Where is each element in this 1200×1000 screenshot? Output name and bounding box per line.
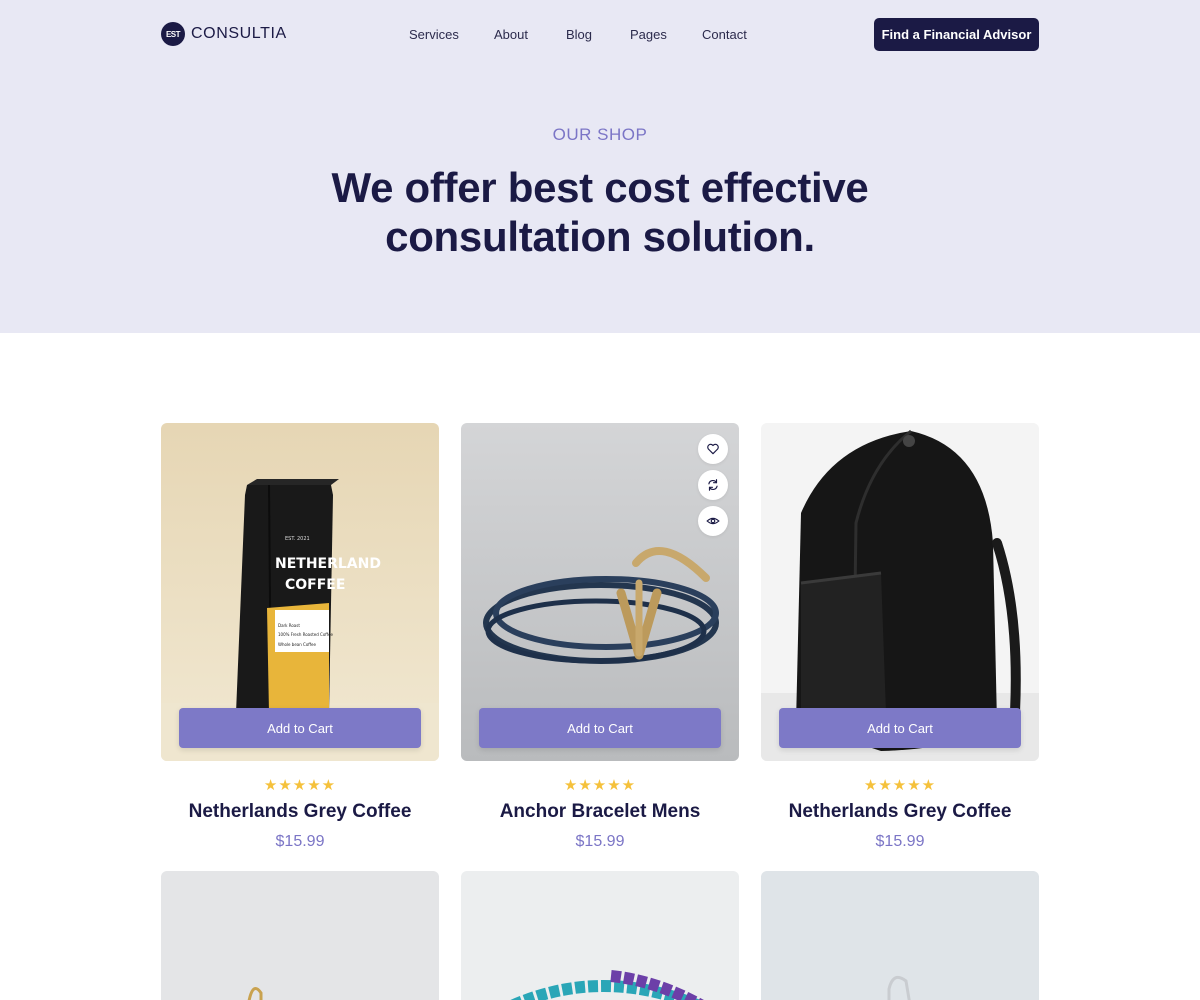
rating-stars: ★★★★★ — [263, 777, 337, 794]
bag-label-2: 100% Fresh Roasted Coffee — [278, 632, 334, 637]
product-image[interactable]: Add to Cart — [461, 423, 739, 761]
product-price: $15.99 — [275, 833, 325, 850]
rating-stars: ★★★★★ — [863, 777, 937, 794]
add-to-cart-button[interactable]: Add to Cart — [179, 708, 421, 748]
product-card-partial[interactable] — [161, 871, 439, 1000]
bag-title-line1: NETHERLAND — [275, 556, 381, 572]
card-actions — [698, 434, 728, 536]
nav-pages[interactable]: Pages — [630, 27, 667, 42]
product-image[interactable]: Add to Cart — [761, 423, 1039, 761]
bag-label-3: Whole bean Coffee — [278, 642, 316, 647]
add-to-cart-button[interactable]: Add to Cart — [779, 708, 1021, 748]
nav-blog[interactable]: Blog — [566, 27, 592, 42]
rating-stars: ★★★★★ — [563, 777, 637, 794]
page-title: We offer best cost effective consultatio… — [331, 164, 869, 260]
product-card[interactable]: Add to Cart ★★★★★ Netherlands Grey Coffe… — [761, 423, 1039, 851]
bead-bracelet-photo — [461, 871, 739, 1000]
product-card-partial[interactable] — [761, 871, 1039, 1000]
earring-photo — [161, 871, 439, 1000]
product-card-partial[interactable] — [461, 871, 739, 1000]
hook-earring-photo — [761, 871, 1039, 1000]
heart-icon[interactable] — [698, 434, 728, 464]
product-image[interactable]: EST. 2021 NETHERLAND COFFEE Dark Roast 1… — [161, 423, 439, 761]
bag-title-line2: COFFEE — [285, 577, 345, 593]
compare-icon[interactable] — [698, 470, 728, 500]
product-name[interactable]: Anchor Bracelet Mens — [461, 800, 739, 824]
product-name[interactable]: Netherlands Grey Coffee — [761, 800, 1039, 824]
logo-mark-icon: EST — [161, 22, 185, 46]
nav-contact[interactable]: Contact — [702, 27, 747, 42]
product-name[interactable]: Netherlands Grey Coffee — [161, 800, 439, 824]
product-price: $15.99 — [575, 833, 625, 850]
find-advisor-button[interactable]: Find a Financial Advisor — [874, 18, 1039, 51]
eye-icon[interactable] — [698, 506, 728, 536]
product-card[interactable]: Add to Cart ★★★★★ Anchor Bracelet Mens $… — [461, 423, 739, 851]
bag-est-text: EST. 2021 — [285, 536, 310, 542]
section-eyebrow: OUR SHOP — [552, 125, 648, 144]
product-price: $15.99 — [875, 833, 925, 850]
brand-name: CONSULTIA — [191, 25, 287, 42]
brand-logo[interactable]: EST CONSULTIA — [161, 22, 287, 46]
nav-about[interactable]: About — [494, 27, 528, 42]
add-to-cart-button[interactable]: Add to Cart — [479, 708, 721, 748]
nav-services[interactable]: Services — [409, 27, 459, 42]
product-card[interactable]: EST. 2021 NETHERLAND COFFEE Dark Roast 1… — [161, 423, 439, 851]
bag-label-1: Dark Roast — [278, 623, 300, 628]
